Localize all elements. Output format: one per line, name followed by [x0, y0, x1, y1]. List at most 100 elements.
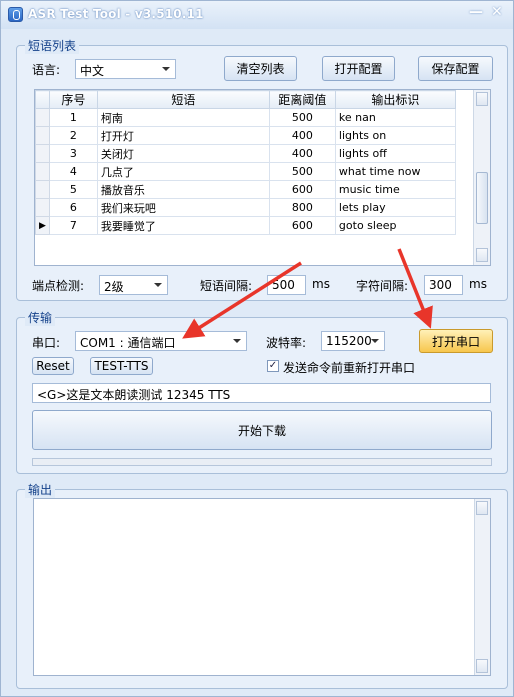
- table-cell[interactable]: music time: [334, 180, 456, 199]
- table-cell[interactable]: 6: [48, 198, 98, 217]
- language-select[interactable]: 中文: [75, 59, 176, 79]
- table-cell[interactable]: goto sleep: [334, 216, 456, 235]
- output-scrollbar[interactable]: [474, 499, 490, 675]
- transfer-title: 传输: [25, 309, 56, 326]
- reopen-port-checkbox[interactable]: ✓: [267, 360, 279, 372]
- table-row[interactable]: 6 我们来玩吧 800 lets play: [35, 198, 456, 217]
- phrase-table-grid: 序号 短语 距离阈值 输出标识 1 柯南 500 ke nan 2 打开灯 40…: [35, 90, 456, 235]
- app-icon: [8, 7, 23, 22]
- table-cell[interactable]: 播放音乐: [96, 180, 270, 199]
- scroll-down-icon[interactable]: [476, 659, 488, 673]
- language-label: 语言:: [32, 63, 61, 77]
- endpoint-select[interactable]: 2级: [99, 275, 168, 295]
- row-header-corner: [35, 90, 50, 109]
- row-selector[interactable]: [35, 180, 50, 199]
- output-textarea[interactable]: [33, 498, 491, 676]
- table-cell[interactable]: what time now: [334, 162, 456, 181]
- table-cell[interactable]: 柯南: [96, 108, 270, 127]
- table-cell[interactable]: 5: [48, 180, 98, 199]
- table-cell[interactable]: 7: [48, 216, 98, 235]
- char-interval-input[interactable]: 300: [424, 275, 463, 295]
- port-select[interactable]: COM1 : 通信端口: [75, 331, 247, 351]
- row-selector[interactable]: [35, 198, 50, 217]
- port-label: 串口:: [32, 336, 61, 350]
- minimize-button[interactable]: —: [469, 4, 483, 20]
- scroll-thumb[interactable]: [476, 172, 488, 224]
- row-selector[interactable]: [35, 162, 50, 181]
- column-header[interactable]: 短语: [96, 90, 270, 109]
- row-selector[interactable]: [35, 108, 50, 127]
- table-row[interactable]: 4 几点了 500 what time now: [35, 162, 456, 181]
- tts-text-input[interactable]: <G>这是文本朗读测试 12345 TTS: [32, 383, 491, 403]
- char-interval-label: 字符间隔:: [356, 279, 409, 293]
- table-cell[interactable]: 500: [268, 162, 336, 181]
- phrase-interval-label: 短语间隔:: [200, 279, 253, 293]
- table-row[interactable]: 3 关闭灯 400 lights off: [35, 144, 456, 163]
- clear-list-button[interactable]: 清空列表: [224, 56, 297, 81]
- start-download-button[interactable]: 开始下载: [32, 410, 492, 450]
- chevron-down-icon: [162, 67, 170, 71]
- scroll-up-icon[interactable]: [476, 501, 488, 515]
- endpoint-value: 2级: [104, 280, 124, 294]
- table-cell[interactable]: 4: [48, 162, 98, 181]
- table-scrollbar[interactable]: [473, 90, 490, 265]
- language-value: 中文: [80, 64, 105, 78]
- window-title: ASR Test Tool - v3.510.11: [28, 7, 204, 21]
- table-cell[interactable]: 我要睡觉了: [96, 216, 270, 235]
- table-cell[interactable]: 600: [268, 180, 336, 199]
- column-header[interactable]: 输出标识: [334, 90, 456, 109]
- current-row-marker[interactable]: ▶: [35, 216, 50, 235]
- table-cell[interactable]: lights on: [334, 126, 456, 145]
- open-config-button[interactable]: 打开配置: [322, 56, 395, 81]
- output-title: 输出: [25, 481, 56, 498]
- title-bar[interactable]: ASR Test Tool - v3.510.11 — ✕: [1, 1, 513, 29]
- table-row[interactable]: ▶ 7 我要睡觉了 600 goto sleep: [35, 216, 456, 235]
- download-progress-bar: [32, 458, 492, 466]
- column-header[interactable]: 距离阈值: [268, 90, 336, 109]
- table-cell[interactable]: 关闭灯: [96, 144, 270, 163]
- char-interval-unit: ms: [469, 277, 487, 291]
- main-window: ASR Test Tool - v3.510.11 — ✕ 短语列表 语言: 中…: [0, 0, 514, 697]
- table-cell[interactable]: 400: [268, 144, 336, 163]
- table-row[interactable]: 5 播放音乐 600 music time: [35, 180, 456, 199]
- phrase-table[interactable]: 序号 短语 距离阈值 输出标识 1 柯南 500 ke nan 2 打开灯 40…: [34, 89, 491, 266]
- chevron-down-icon: [233, 339, 241, 343]
- phrase-list-title: 短语列表: [25, 37, 80, 54]
- table-cell[interactable]: 400: [268, 126, 336, 145]
- chevron-down-icon: [371, 339, 379, 343]
- save-config-button[interactable]: 保存配置: [418, 56, 493, 81]
- table-cell[interactable]: 几点了: [96, 162, 270, 181]
- row-selector[interactable]: [35, 126, 50, 145]
- reset-button[interactable]: Reset: [32, 357, 74, 375]
- port-value: COM1 : 通信端口: [80, 336, 176, 350]
- table-cell[interactable]: 我们来玩吧: [96, 198, 270, 217]
- column-header[interactable]: 序号: [48, 90, 98, 109]
- table-cell[interactable]: 500: [268, 108, 336, 127]
- row-selector[interactable]: [35, 144, 50, 163]
- baud-value: 115200: [326, 334, 372, 348]
- table-cell[interactable]: 打开灯: [96, 126, 270, 145]
- open-port-button[interactable]: 打开串口: [419, 329, 493, 353]
- table-header-row: 序号 短语 距离阈值 输出标识: [35, 90, 456, 109]
- reopen-port-label: 发送命令前重新打开串口: [283, 361, 416, 375]
- phrase-interval-input[interactable]: 500: [267, 275, 306, 295]
- scroll-down-icon[interactable]: [476, 248, 488, 262]
- table-cell[interactable]: ke nan: [334, 108, 456, 127]
- table-cell[interactable]: 600: [268, 216, 336, 235]
- chevron-down-icon: [154, 283, 162, 287]
- table-cell[interactable]: 3: [48, 144, 98, 163]
- table-cell[interactable]: lets play: [334, 198, 456, 217]
- close-button[interactable]: ✕: [491, 4, 503, 20]
- baud-label: 波特率:: [266, 336, 307, 350]
- endpoint-label: 端点检测:: [32, 279, 85, 293]
- table-cell[interactable]: 800: [268, 198, 336, 217]
- baud-select[interactable]: 115200: [321, 331, 385, 351]
- table-row[interactable]: 2 打开灯 400 lights on: [35, 126, 456, 145]
- scroll-up-icon[interactable]: [476, 92, 488, 106]
- test-tts-button[interactable]: TEST-TTS: [90, 357, 153, 375]
- table-cell[interactable]: 2: [48, 126, 98, 145]
- table-cell[interactable]: lights off: [334, 144, 456, 163]
- phrase-interval-unit: ms: [312, 277, 330, 291]
- table-cell[interactable]: 1: [48, 108, 98, 127]
- table-row[interactable]: 1 柯南 500 ke nan: [35, 108, 456, 127]
